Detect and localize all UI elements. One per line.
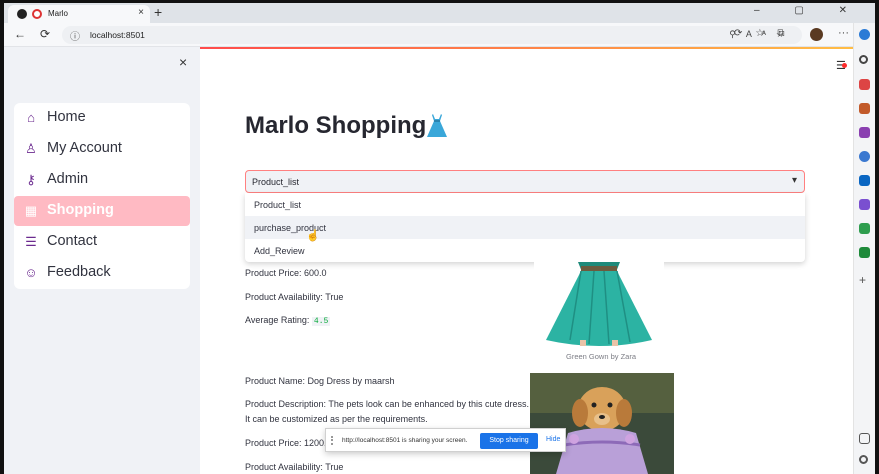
shop-icon: ▦	[24, 203, 38, 218]
select-value: Product_list	[252, 177, 300, 187]
reload-icon[interactable]: ⟳	[40, 27, 50, 41]
product-image-dog-dress	[530, 373, 674, 474]
average-rating: Average Rating: 4.5	[245, 315, 331, 326]
product-description: Product Description: The pets look can b…	[245, 399, 529, 409]
briefcase-icon[interactable]	[859, 103, 870, 114]
hand-cursor-icon: ☝	[306, 230, 320, 242]
product-availability: Product Availability: True	[245, 292, 344, 302]
key-icon: ⚷	[26, 172, 36, 187]
window-controls[interactable]: – ▢ ✕	[754, 5, 863, 16]
home-icon: ⌂	[27, 110, 35, 125]
browser-window: Marlo × + – ▢ ✕ ← ⟳ ⓘ localhost:8501 ⚲Aᴬ…	[4, 3, 875, 474]
product-availability: Product Availability: True	[245, 462, 344, 472]
browser-tab[interactable]: Marlo ×	[8, 5, 150, 23]
screen-share-bar: http://localhost:8501 is sharing your sc…	[325, 428, 566, 452]
contact-card-icon: ☰	[25, 234, 37, 249]
more-menu-icon[interactable]: ···	[838, 27, 849, 39]
rating-label: Average Rating:	[245, 315, 310, 325]
view-select[interactable]: Product_list ▾	[245, 170, 805, 193]
chevron-down-icon[interactable]: ▾	[792, 175, 797, 186]
tab-close-icon[interactable]: ×	[138, 7, 144, 18]
dress-icon	[427, 114, 447, 137]
option-product-list[interactable]: Product_list	[245, 193, 805, 216]
address-bar[interactable]: ⓘ localhost:8501 ⚲Aᴬ☆	[62, 26, 802, 44]
tab-title: Marlo	[48, 9, 69, 18]
stop-sharing-button[interactable]: Stop sharing	[480, 433, 538, 449]
option-add-review[interactable]: Add_Review	[245, 239, 805, 262]
recording-icon	[32, 9, 42, 19]
menu-label: Shopping	[47, 202, 114, 218]
notification-dot	[842, 63, 847, 68]
menu-label: Home	[47, 109, 86, 125]
image-caption: Green Gown by Zara	[565, 352, 637, 361]
product-image-green-gown	[534, 262, 664, 346]
chat-bubble-icon: ☺	[24, 265, 38, 280]
page-title: Marlo Shopping	[245, 112, 427, 139]
designer-icon[interactable]	[859, 199, 870, 210]
tag-icon[interactable]	[859, 79, 870, 90]
tab-action-icon	[17, 9, 27, 19]
sidebar-toggle-icon[interactable]	[859, 433, 870, 444]
tab-strip: Marlo × + – ▢ ✕	[4, 3, 875, 23]
tree-icon[interactable]	[859, 247, 870, 258]
extension-icons[interactable]: ⟳☆⧉	[734, 28, 797, 39]
menu-item-contact[interactable]: ☰ Contact	[14, 227, 190, 257]
menu-item-home[interactable]: ⌂ Home	[14, 103, 190, 133]
rating-value: 4.5	[311, 317, 331, 326]
settings-gear-icon[interactable]	[859, 455, 868, 464]
menu-item-my-account[interactable]: ♙ My Account	[14, 134, 190, 164]
profile-avatar[interactable]	[810, 28, 823, 41]
sidebar-close-icon[interactable]: ×	[179, 54, 187, 70]
product-price: Product Price: 1200.0	[245, 438, 332, 448]
nav-menu: ⌂ Home ♙ My Account ⚷ Admin ▦ Shopping ☰	[14, 103, 190, 289]
select-dropdown: Product_list purchase_product Add_Review	[245, 193, 805, 262]
product-description-cont: It can be customized as per the requirem…	[245, 414, 428, 424]
share-message: http://localhost:8501 is sharing your sc…	[342, 437, 468, 444]
info-icon: ⓘ	[70, 32, 80, 43]
product-name: Product Name: Dog Dress by maarsh	[245, 376, 395, 386]
address-toolbar: ← ⟳ ⓘ localhost:8501 ⚲Aᴬ☆ ⟳☆⧉ ···	[4, 23, 875, 47]
search-icon[interactable]	[859, 55, 868, 64]
streamlit-page: × ⌂ Home ♙ My Account ⚷ Admin ▦ Shopping	[4, 47, 853, 474]
option-label: Add_Review	[254, 246, 305, 256]
sidebar: × ⌂ Home ♙ My Account ⚷ Admin ▦ Shopping	[4, 47, 200, 474]
new-tab-button[interactable]: +	[154, 4, 162, 20]
outlook-icon[interactable]	[859, 175, 870, 186]
add-icon[interactable]: +	[859, 273, 870, 287]
games-icon[interactable]	[859, 151, 870, 162]
edge-sidebar-rail: +	[853, 23, 875, 474]
menu-item-feedback[interactable]: ☺ Feedback	[14, 258, 190, 288]
menu-label: My Account	[47, 140, 122, 156]
menu-item-shopping[interactable]: ▦ Shopping	[14, 196, 190, 226]
back-arrow-icon[interactable]: ←	[14, 27, 26, 41]
url-text: localhost:8501	[90, 30, 145, 40]
person-icon: ♙	[25, 141, 37, 156]
option-label: Product_list	[254, 200, 302, 210]
hide-button[interactable]: Hide	[546, 436, 560, 443]
people-icon[interactable]	[859, 127, 870, 138]
menu-item-admin[interactable]: ⚷ Admin	[14, 165, 190, 195]
header-decoration	[200, 47, 853, 49]
menu-label: Feedback	[47, 264, 111, 280]
menu-label: Contact	[47, 233, 97, 249]
bing-icon[interactable]	[859, 29, 870, 40]
shopping-cart-icon[interactable]	[859, 223, 870, 234]
option-purchase-product[interactable]: purchase_product	[245, 216, 805, 239]
product-price: Product Price: 600.0	[245, 268, 327, 278]
menu-label: Admin	[47, 171, 89, 187]
drag-handle-icon[interactable]	[331, 436, 336, 445]
